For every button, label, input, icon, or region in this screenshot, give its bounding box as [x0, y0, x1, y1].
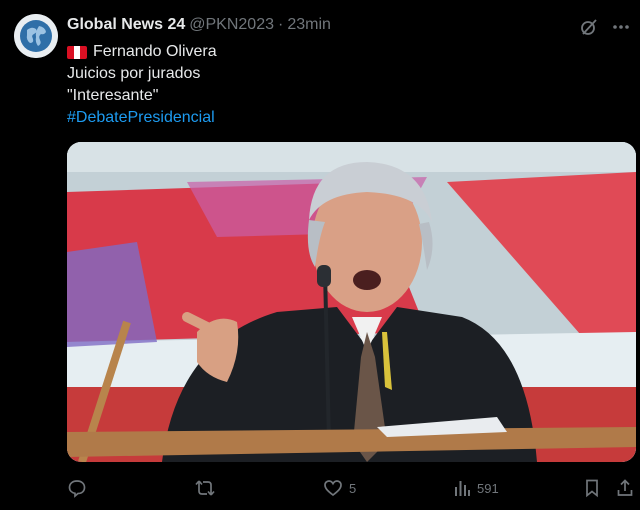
tweet-text: Fernando Olivera Juicios por jurados "In…: [67, 41, 217, 129]
like-button[interactable]: 5: [323, 476, 356, 500]
view-count: 591: [477, 480, 499, 496]
post-time[interactable]: 23min: [287, 16, 331, 34]
more-icon[interactable]: [610, 16, 632, 38]
tweet-line-1: Fernando Olivera: [67, 41, 217, 63]
separator-dot: ·: [278, 16, 284, 33]
views-button[interactable]: 591: [453, 476, 499, 500]
speaker-photo: [67, 142, 636, 462]
tweet-line-3: "Interesante": [67, 85, 217, 107]
views-icon: [455, 481, 470, 496]
bookmark-icon: [586, 479, 598, 498]
like-icon: [324, 480, 342, 497]
tweet-header: Global News 24 @PKN2023 · 23min: [67, 16, 331, 38]
share-icon: [617, 479, 633, 496]
grok-icon[interactable]: [578, 16, 600, 38]
tweet-line-4: #DebatePresidencial: [67, 107, 217, 129]
author-handle[interactable]: @PKN2023: [189, 16, 274, 34]
tweet-photo[interactable]: [67, 142, 636, 462]
reply-button[interactable]: [67, 476, 93, 500]
tweet-line-text: "Interesante": [67, 87, 159, 104]
avatar[interactable]: [14, 14, 58, 58]
author-name[interactable]: Global News 24: [67, 16, 185, 34]
retweet-button[interactable]: [194, 476, 222, 500]
tweet-line-2: Juicios por jurados: [67, 63, 217, 85]
bookmark-button[interactable]: [583, 476, 601, 500]
tweet-line-text: Juicios por jurados: [67, 65, 201, 82]
tweet-top-actions: [578, 16, 632, 38]
peru-flag-icon: [67, 45, 87, 59]
reply-icon: [68, 480, 86, 498]
share-button[interactable]: [616, 476, 634, 500]
hashtag-link[interactable]: #DebatePresidencial: [67, 107, 215, 129]
tweet-line-text: Fernando Olivera: [93, 43, 217, 60]
retweet-icon: [195, 480, 215, 496]
tweet-actions: 5 591: [67, 476, 636, 500]
like-count: 5: [349, 480, 357, 496]
